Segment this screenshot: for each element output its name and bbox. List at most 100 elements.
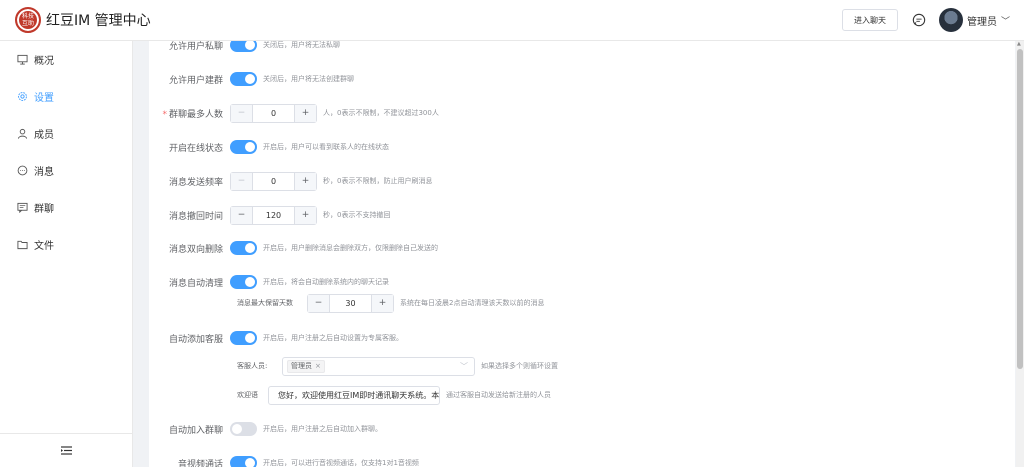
setting-desc: 人，0表示不限制，不建议超过300人 [323,109,439,117]
welcome-message-input[interactable]: 您好，欢迎使用红豆IM即时通讯聊天系统。本系 [268,385,440,405]
service-staff-desc: 如果选择多个则循环设置 [481,362,558,370]
sidebar-item-files[interactable]: 文件 [0,226,132,263]
sidebar-collapse-toggle[interactable] [0,433,133,467]
sidebar-item-label: 群聊 [34,204,54,215]
user-avatar[interactable] [938,8,963,32]
retain-days-stepper[interactable]: − 30 + [307,293,394,313]
scrollbar-thumb[interactable] [1017,49,1023,369]
setting-two-way-delete: 消息双向删除 开启后，用户删除消息会删除双方，仅限删除自己发送的 [149,239,438,257]
welcome-label: 欢迎语 [237,391,258,399]
enter-chat-button[interactable]: 进入聊天 [841,9,898,31]
service-staff-label: 客服人员: [237,362,268,370]
top-header: 科技 互助 红豆IM 管理中心 进入聊天 管理员 ﹀ [0,0,1024,41]
menu-fold-icon[interactable] [61,446,72,455]
settings-panel: 允许用户私聊 关闭后，用户将无法私聊 允许用户建群 关闭后，用户将无法创建群聊 … [149,41,1015,467]
setting-label: 消息双向删除 [168,244,223,255]
header-actions: 进入聊天 管理员 ﹀ [841,0,1024,40]
group-chat-icon [17,202,28,213]
setting-av-call: 音视频通话 开启后，可以进行音视频通话，仅支持1对1音视频 [149,454,419,467]
sidebar-item-members[interactable]: 成员 [0,115,132,152]
folder-icon [17,240,28,250]
setting-auto-join-group: 自动加入群聊 开启后，用户注册之后自动加入群聊。 [149,420,382,438]
setting-auto-clean: 消息自动清理 开启后，将会自动删除系统内的聊天记录 [149,273,389,291]
av-call-toggle[interactable] [230,456,257,467]
setting-private-chat: 允许用户私聊 关闭后，用户将无法私聊 [149,41,340,54]
setting-retain-days: 消息最大保留天数 − 30 + 系统在每日凌晨2点自动清理该天数以前的消息 [237,293,545,313]
increment-button[interactable]: + [294,206,316,224]
setting-label: 音视频通话 [177,459,223,467]
auto-clean-toggle[interactable] [230,275,257,289]
setting-desc: 开启后，用户注册之后自动加入群聊。 [263,425,382,433]
service-staff-select[interactable]: 管理员 × ﹀ [282,356,475,376]
setting-label: 消息自动清理 [168,278,223,289]
scroll-up-arrow-icon[interactable]: ▲ [1017,41,1021,47]
staff-tag-label: 管理员 [291,362,312,370]
setting-label: 消息撤回时间 [168,211,223,222]
decrement-button[interactable]: − [231,104,253,122]
max-group-members-stepper[interactable]: − 0 + [230,103,317,123]
sidebar: 概况 设置 成员 消息 群聊 文件 [0,41,133,467]
app-title: 红豆IM 管理中心 [46,13,151,29]
tag-close-icon[interactable]: × [315,362,321,370]
setting-label: 自动加入群聊 [168,425,223,436]
setting-label-text: 群聊最多人数 [168,109,223,120]
increment-button[interactable]: + [294,172,316,190]
decrement-button[interactable]: − [231,206,253,224]
chevron-down-icon[interactable]: ﹀ [460,361,468,372]
retain-days-label: 消息最大保留天数 [237,299,293,307]
stepper-value[interactable]: 30 [330,299,371,308]
setting-send-frequency: 消息发送频率 − 0 + 秒，0表示不限制，防止用户刷消息 [149,171,433,191]
setting-desc: 关闭后，用户将无法创建群聊 [263,75,354,83]
sidebar-item-label: 设置 [34,93,54,104]
sidebar-item-groups[interactable]: 群聊 [0,189,132,226]
stepper-value[interactable]: 120 [253,211,294,220]
setting-recall-time: 消息撤回时间 − 120 + 秒，0表示不支持撤回 [149,205,391,225]
setting-online-status: 开启在线状态 开启后，用户可以看到联系人的在线状态 [149,138,389,156]
message-icon[interactable] [912,13,926,27]
setting-desc: 开启后，可以进行音视频通话，仅支持1对1音视频 [263,459,419,467]
send-frequency-stepper[interactable]: − 0 + [230,171,317,191]
user-name[interactable]: 管理员 [967,13,997,28]
welcome-desc: 通过客服自动发送给新注册的人员 [446,391,551,399]
required-mark: * [162,109,167,120]
sidebar-item-messages[interactable]: 消息 [0,152,132,189]
setting-welcome-message: 欢迎语 您好，欢迎使用红豆IM即时通讯聊天系统。本系 通过客服自动发送给新注册的… [237,385,551,405]
decrement-button[interactable]: − [308,294,330,312]
sidebar-item-label: 文件 [34,241,54,252]
stepper-value[interactable]: 0 [253,109,294,118]
increment-button[interactable]: + [371,294,393,312]
user-icon [17,128,28,139]
gear-icon [18,92,27,101]
decrement-button[interactable]: − [231,172,253,190]
setting-desc: 秒，0表示不支持撤回 [323,211,391,219]
brand-logo[interactable]: 科技 互助 [15,7,41,33]
setting-label: 允许用户建群 [168,75,223,86]
private-chat-toggle[interactable] [230,41,257,52]
retain-days-desc: 系统在每日凌晨2点自动清理该天数以前的消息 [400,299,545,307]
page-scrollbar[interactable]: ▲ [1016,41,1024,467]
staff-tag: 管理员 × [287,359,325,373]
setting-label: 允许用户私聊 [168,41,223,52]
online-status-toggle[interactable] [230,140,257,154]
sidebar-item-overview[interactable]: 概况 [0,41,132,78]
create-group-toggle[interactable] [230,72,257,86]
chevron-down-icon[interactable]: ﹀ [1001,14,1010,27]
sidebar-item-label: 概况 [34,56,54,67]
setting-desc: 开启后，将会自动删除系统内的聊天记录 [263,278,389,286]
setting-label: 开启在线状态 [168,143,223,154]
setting-service-staff: 客服人员: 管理员 × ﹀ 如果选择多个则循环设置 [237,356,558,376]
sidebar-item-settings[interactable]: 设置 [0,78,132,115]
logo-text-2: 互助 [21,20,34,27]
increment-button[interactable]: + [294,104,316,122]
logo-text-1: 科技 [21,13,34,20]
auto-add-service-toggle[interactable] [230,331,257,345]
setting-desc: 秒，0表示不限制，防止用户刷消息 [323,177,433,185]
stepper-value[interactable]: 0 [253,177,294,186]
recall-time-stepper[interactable]: − 120 + [230,205,317,225]
setting-label: 消息发送频率 [168,177,223,188]
auto-join-group-toggle[interactable] [230,422,257,436]
setting-desc: 关闭后，用户将无法私聊 [263,41,340,49]
two-way-delete-toggle[interactable] [230,241,257,255]
setting-label: * 群聊最多人数 [149,107,230,120]
setting-desc: 开启后，用户可以看到联系人的在线状态 [263,143,389,151]
